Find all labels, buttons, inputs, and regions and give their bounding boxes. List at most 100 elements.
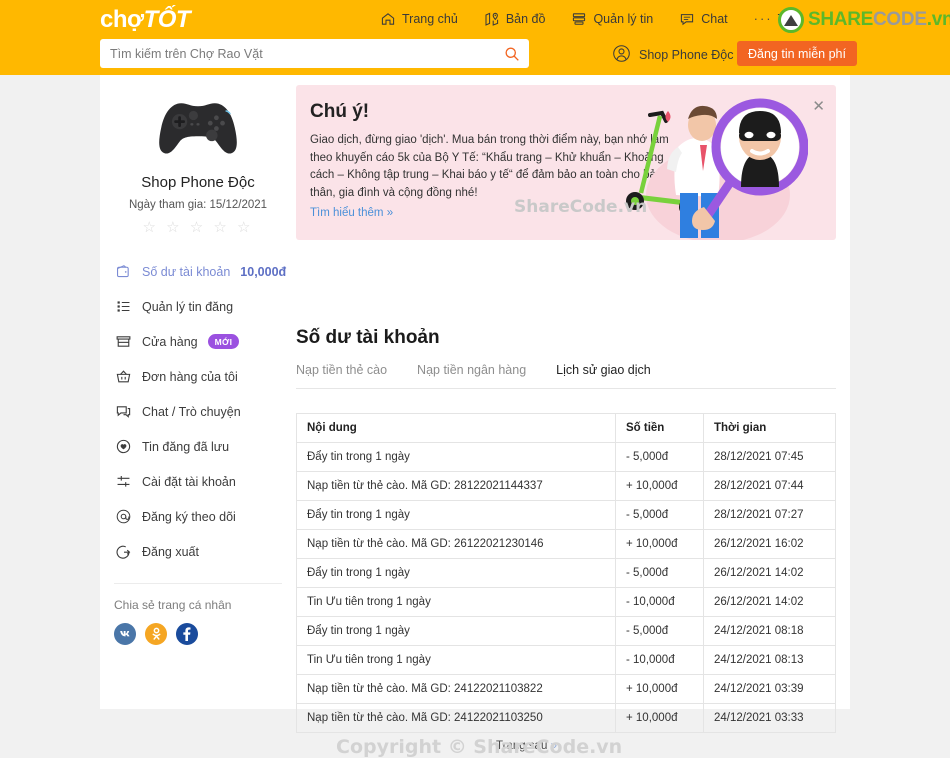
sidebar-label-saved-posts: Tin đăng đã lưu [142,439,230,454]
table-row: Nạp tiền từ thẻ cào. Mã GD: 281220211443… [296,471,836,501]
cell-amount: - 5,000đ [615,558,704,588]
tab-transaction-history[interactable]: Lịch sử giao dịch [556,363,651,377]
cell-amount: + 10,000đ [615,703,704,733]
sidebar-item-balance[interactable]: Số dư tài khoản 10,000đ [100,254,296,289]
map-icon [484,11,500,27]
post-free-ad-button[interactable]: Đăng tin miễn phí [737,41,857,66]
pagination-next[interactable]: Trang sau » [496,740,557,752]
game-controller-avatar[interactable] [152,92,244,162]
chevron-right-icon: » [550,740,557,752]
nav-label-more: T [777,11,786,26]
nav-item-chat[interactable]: Chat [679,11,728,27]
watermark-vn: .vn [926,9,950,30]
sidebar-item-store[interactable]: Cửa hàng MỚI [100,324,296,359]
watermark-share: SHARE [808,9,874,30]
table-row: Nạp tiền từ thẻ cào. Mã GD: 241220211032… [296,703,836,733]
footer-watermark: Copyright © ShareCode.vn [336,736,623,758]
logout-icon [114,543,132,561]
cell-time: 28/12/2021 07:45 [703,442,836,472]
store-new-badge: MỚI [207,334,240,349]
cell-time: 24/12/2021 08:13 [703,645,836,675]
cell-time: 26/12/2021 14:02 [703,587,836,617]
nav-label-manage-posts: Quản lý tin [593,11,654,26]
shop-name: Shop Phone Độc [141,174,255,191]
cell-content: Đẩy tin trong 1 ngày [296,442,616,472]
odnoklassniki-icon[interactable] [145,623,167,645]
store-icon [114,333,132,351]
sidebar-item-manage-posts[interactable]: Quản lý tin đăng [100,289,296,324]
sidebar-label-store: Cửa hàng [142,334,198,349]
cell-amount: + 10,000đ [615,529,704,559]
nav-item-more[interactable]: ··· T [754,11,786,26]
cell-time: 24/12/2021 03:39 [703,674,836,704]
nav-item-home[interactable]: Trang chủ [380,11,458,27]
search-box[interactable] [100,39,529,68]
cell-time: 24/12/2021 08:18 [703,616,836,646]
choto t-logo[interactable]: chợTỐT [100,6,191,34]
tab-topup-card[interactable]: Nạp tiền thẻ cào [296,363,387,377]
nav-item-map[interactable]: Bản đồ [484,11,545,27]
profile-block: Shop Phone Độc Ngày tham gia: 15/12/2021… [100,87,296,236]
heart-circle-icon [114,438,132,456]
watermark-code: CODE [873,9,927,30]
page-container: Shop Phone Độc Ngày tham gia: 15/12/2021… [100,75,850,758]
table-row: Nạp tiền từ thẻ cào. Mã GD: 261220212301… [296,529,836,559]
cell-amount: - 5,000đ [615,442,704,472]
cell-time: 26/12/2021 14:02 [703,558,836,588]
sidebar-item-account-settings[interactable]: Cài đặt tài khoản [100,464,296,499]
more-dots-icon: ··· [753,11,773,26]
column-header-time: Thời gian [703,413,836,443]
cell-amount: - 10,000đ [615,587,704,617]
cell-amount: - 5,000đ [615,616,704,646]
header-bottom-row: Shop Phone Độc Đăng tin miễn phí [0,37,950,75]
cell-content: Đẩy tin trong 1 ngày [296,500,616,530]
close-icon[interactable]: ✕ [812,99,825,114]
cell-content: Nạp tiền từ thẻ cào. Mã GD: 281220211443… [296,471,616,501]
sidebar-label-account-settings: Cài đặt tài khoản [142,474,236,489]
header-top-row: chợTỐT Trang chủ Bản đồ Quản lý tin Chat… [0,0,950,37]
vk-icon[interactable] [114,623,136,645]
home-icon [380,11,396,27]
cell-content: Nạp tiền từ thẻ cào. Mã GD: 261220212301… [296,529,616,559]
logo-cho: chợ [100,6,144,33]
list-manage-icon [571,11,587,27]
site-header: chợTỐT Trang chủ Bản đồ Quản lý tin Chat… [0,0,950,75]
basket-icon [114,368,132,386]
search-icon[interactable] [503,45,521,63]
account-menu[interactable]: Shop Phone Độc [612,44,734,66]
chat-bubble-icon [114,403,132,421]
table-row: Đẩy tin trong 1 ngày - 5,000đ 24/12/2021… [296,616,836,646]
table-row: Đẩy tin trong 1 ngày - 5,000đ 28/12/2021… [296,442,836,472]
sidebar-item-chat[interactable]: Chat / Trò chuyện [100,394,296,429]
notice-learn-more-link[interactable]: Tìm hiểu thêm » [310,207,393,219]
user-avatar-icon [612,44,631,66]
sidebar: Shop Phone Độc Ngày tham gia: 15/12/2021… [100,75,296,709]
sidebar-item-follow-subscription[interactable]: Đăng ký theo dõi [100,499,296,534]
facebook-icon[interactable] [176,623,198,645]
cell-content: Nạp tiền từ thẻ cào. Mã GD: 241220211038… [296,674,616,704]
wallet-icon [114,263,132,281]
notice-illustration [626,98,808,240]
sidebar-item-saved-posts[interactable]: Tin đăng đã lưu [100,429,296,464]
nav-item-manage-posts[interactable]: Quản lý tin [571,11,653,27]
search-input[interactable] [110,46,503,61]
table-row: Tin Ưu tiên trong 1 ngày - 10,000đ 24/12… [296,645,836,675]
account-label: Shop Phone Độc [639,48,734,62]
header-nav: Trang chủ Bản đồ Quản lý tin Chat ··· T [380,0,785,37]
cell-time: 26/12/2021 16:02 [703,529,836,559]
sidebar-menu: Số dư tài khoản 10,000đ Quản lý tin đăng [100,254,296,569]
cell-content: Đẩy tin trong 1 ngày [296,558,616,588]
nav-label-chat: Chat [701,11,728,26]
nav-label-home: Trang chủ [402,11,458,26]
tab-topup-bank[interactable]: Nạp tiền ngân hàng [417,363,526,377]
cell-content: Tin Ưu tiên trong 1 ngày [296,587,616,617]
logo-tot: TỐT [143,6,191,33]
at-circle-icon [114,508,132,526]
sharecode-watermark-logo: SHARECODE.vn [778,7,950,33]
table-row: Tin Ưu tiên trong 1 ngày - 10,000đ 26/12… [296,587,836,617]
sidebar-label-follow-subscription: Đăng ký theo dõi [142,509,236,524]
sidebar-item-my-orders[interactable]: Đơn hàng của tôi [100,359,296,394]
pagination-label: Trang sau [496,740,548,752]
rating-stars[interactable]: ☆ ☆ ☆ ☆ ☆ [100,218,296,236]
sidebar-item-logout[interactable]: Đăng xuất [100,534,296,569]
